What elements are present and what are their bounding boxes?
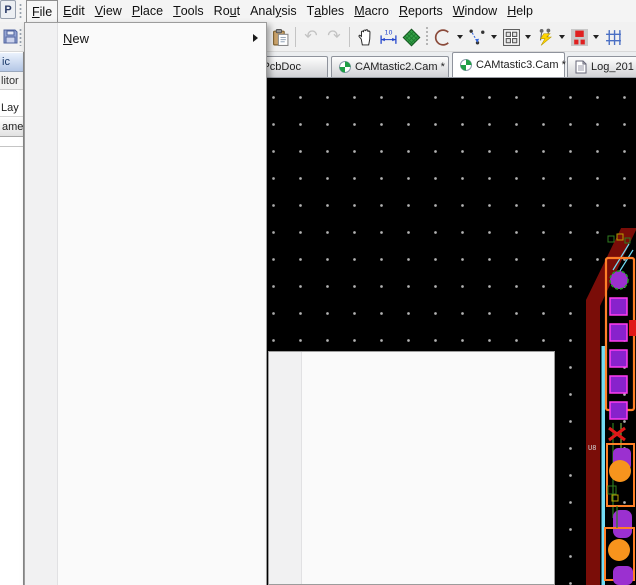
menu-macro[interactable]: Macro [349, 0, 394, 22]
save-toolbar-icon[interactable] [3, 29, 19, 45]
file-menu: New [24, 22, 267, 585]
dropdown-caret-icon[interactable] [593, 35, 599, 39]
dropdown-caret-icon[interactable] [457, 35, 463, 39]
board-icon[interactable] [400, 25, 422, 49]
menu-help[interactable]: Help [502, 0, 538, 22]
file-menu-item-new[interactable]: New [25, 25, 266, 51]
submenu-arrow-icon [253, 34, 258, 42]
redo-icon[interactable]: ↷ [323, 25, 345, 49]
menu-reports[interactable]: Reports [394, 0, 448, 22]
panel-subtitle: litor [0, 72, 23, 90]
name-column-header[interactable]: ame [0, 117, 23, 137]
dropdown-caret-icon[interactable] [491, 35, 497, 39]
dropdown-caret-icon[interactable] [525, 35, 531, 39]
tab-camtastic2-cam[interactable]: CAMtastic2.Cam * [331, 56, 449, 77]
tab-label: Log_201 [591, 61, 634, 73]
p-toolbar-button[interactable]: P [0, 0, 16, 19]
paste-icon[interactable] [269, 25, 291, 49]
menu-tables[interactable]: Tables [302, 0, 350, 22]
toolbar-separator [295, 27, 296, 47]
path-tool-icon[interactable] [466, 25, 488, 49]
measure-icon[interactable]: 10 [377, 25, 399, 49]
menu-tools[interactable]: Tools [168, 0, 209, 22]
query-tool-icon[interactable] [534, 25, 556, 49]
layers-panel: ic litor Lay ame [0, 52, 24, 585]
svg-text:U8: U8 [588, 444, 596, 452]
log-doc-icon [575, 60, 587, 74]
layers-section-label: Lay [0, 100, 23, 117]
steps-list [0, 146, 23, 147]
camtastic-icon [339, 61, 351, 73]
import-submenu [268, 351, 555, 585]
svg-text:10: 10 [384, 29, 392, 36]
toolbar-separator [426, 27, 428, 47]
menu-place[interactable]: Place [127, 0, 168, 22]
pcb-artwork: U8 [555, 228, 636, 585]
dropdown-caret-icon[interactable] [559, 35, 565, 39]
tab-label: CAMtastic2.Cam * [355, 61, 445, 73]
tab-log-201[interactable]: Log_201 [567, 56, 636, 77]
pan-hand-icon[interactable] [354, 25, 376, 49]
menu-view[interactable]: View [90, 0, 127, 22]
menu-edit[interactable]: Edit [58, 0, 90, 22]
menubar: P FileEditViewPlaceToolsRoutAnalysisTabl… [0, 0, 636, 22]
undo-icon[interactable]: ↶ [300, 25, 322, 49]
camtastic-icon [460, 59, 472, 71]
menu-window[interactable]: Window [448, 0, 502, 22]
tab-camtastic3-cam[interactable]: CAMtastic3.Cam * [452, 52, 565, 77]
app-window: U8 CB3.PcbDocCAMtastic2.Cam *CAMtastic3.… [0, 0, 636, 585]
toolbar-separator [349, 27, 350, 47]
menu-rout[interactable]: Rout [209, 0, 245, 22]
array-tool-icon[interactable] [500, 25, 522, 49]
grid-icon[interactable] [602, 25, 624, 49]
menu-analysis[interactable]: Analysis [245, 0, 302, 22]
menu-item-label: New [63, 31, 89, 46]
menubar-grip[interactable] [19, 3, 22, 19]
panel-title: ic [0, 53, 23, 72]
menu-file[interactable]: File [26, 0, 58, 22]
toolbar-grip[interactable] [19, 28, 22, 46]
arc-tool-icon[interactable] [432, 25, 454, 49]
tab-label: CAMtastic3.Cam * [476, 59, 566, 71]
pad-tool-icon[interactable] [568, 25, 590, 49]
